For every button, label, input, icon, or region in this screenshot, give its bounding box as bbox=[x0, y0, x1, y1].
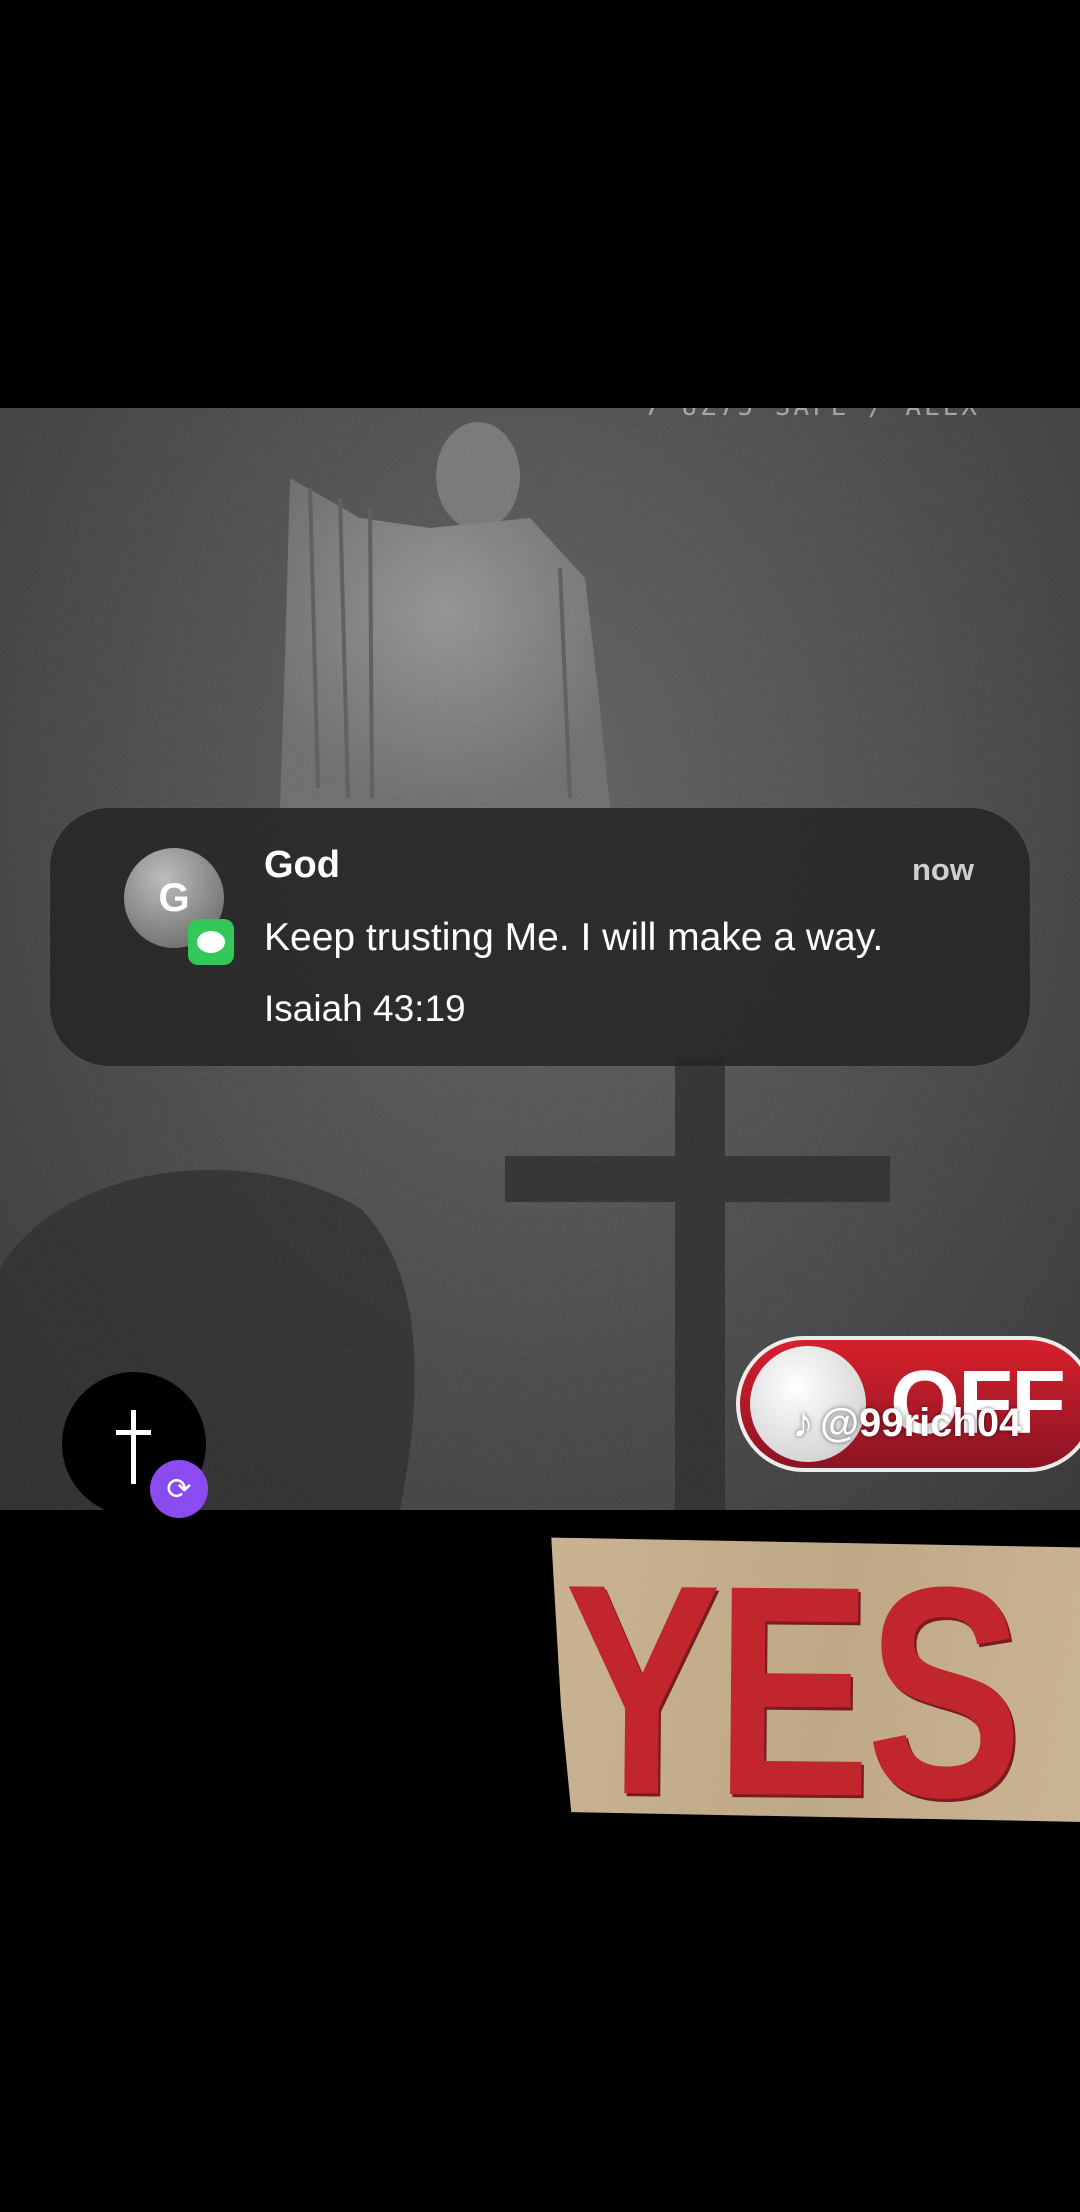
cross-icon bbox=[131, 1410, 136, 1484]
sync-icon[interactable]: ⟳ bbox=[150, 1460, 208, 1518]
tiktok-watermark: ♪ @99rich04 bbox=[792, 1398, 1021, 1448]
yes-text: YES ! bbox=[559, 1520, 1020, 2204]
yes-sticker: YES ! bbox=[549, 1538, 1080, 1823]
notification-sender: God bbox=[264, 844, 340, 886]
messages-icon bbox=[188, 919, 234, 965]
avatar-letter: G bbox=[158, 875, 190, 920]
notification-reference: Isaiah 43:19 bbox=[264, 988, 466, 1029]
notification-banner[interactable]: G God now Keep trusting Me. I will make … bbox=[50, 808, 1030, 1066]
notification-message: Keep trusting Me. I will make a way. bbox=[264, 916, 884, 959]
watermark-handle: @99rich04 bbox=[820, 1400, 1022, 1445]
camera-overlay-text: 7 UZ75 SAFE / ALEX bbox=[644, 408, 980, 422]
notification-time: now bbox=[912, 852, 974, 887]
tiktok-icon: ♪ bbox=[792, 1398, 814, 1447]
